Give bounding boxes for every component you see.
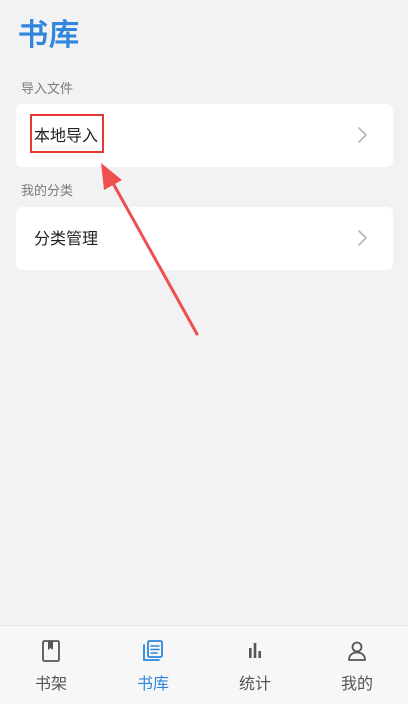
tab-library[interactable]: 书库 bbox=[102, 626, 204, 704]
local-import-item[interactable]: 本地导入 bbox=[16, 104, 393, 167]
page-title: 书库 bbox=[18, 18, 80, 53]
category-management-label: 分类管理 bbox=[34, 229, 99, 248]
bottom-tab-bar: 书架 书库 统计 我的 bbox=[0, 625, 408, 704]
tab-bookshelf[interactable]: 书架 bbox=[0, 626, 102, 704]
tab-profile-label: 我的 bbox=[340, 674, 373, 693]
tab-profile[interactable]: 我的 bbox=[306, 626, 408, 704]
section-label-category: 我的分类 bbox=[21, 184, 74, 199]
tab-library-label: 书库 bbox=[136, 674, 169, 693]
section-label-import: 导入文件 bbox=[21, 82, 74, 97]
chevron-right-icon bbox=[358, 230, 367, 246]
stats-icon bbox=[249, 643, 261, 658]
local-import-label: 本地导入 bbox=[34, 126, 99, 145]
tab-stats[interactable]: 统计 bbox=[204, 626, 306, 704]
bookshelf-icon bbox=[42, 640, 60, 662]
library-icon bbox=[143, 640, 163, 661]
profile-icon bbox=[348, 641, 366, 661]
tab-bookshelf-label: 书架 bbox=[34, 674, 67, 693]
category-management-item[interactable]: 分类管理 bbox=[16, 207, 393, 270]
tab-stats-label: 统计 bbox=[238, 674, 271, 693]
chevron-right-icon bbox=[358, 127, 367, 143]
